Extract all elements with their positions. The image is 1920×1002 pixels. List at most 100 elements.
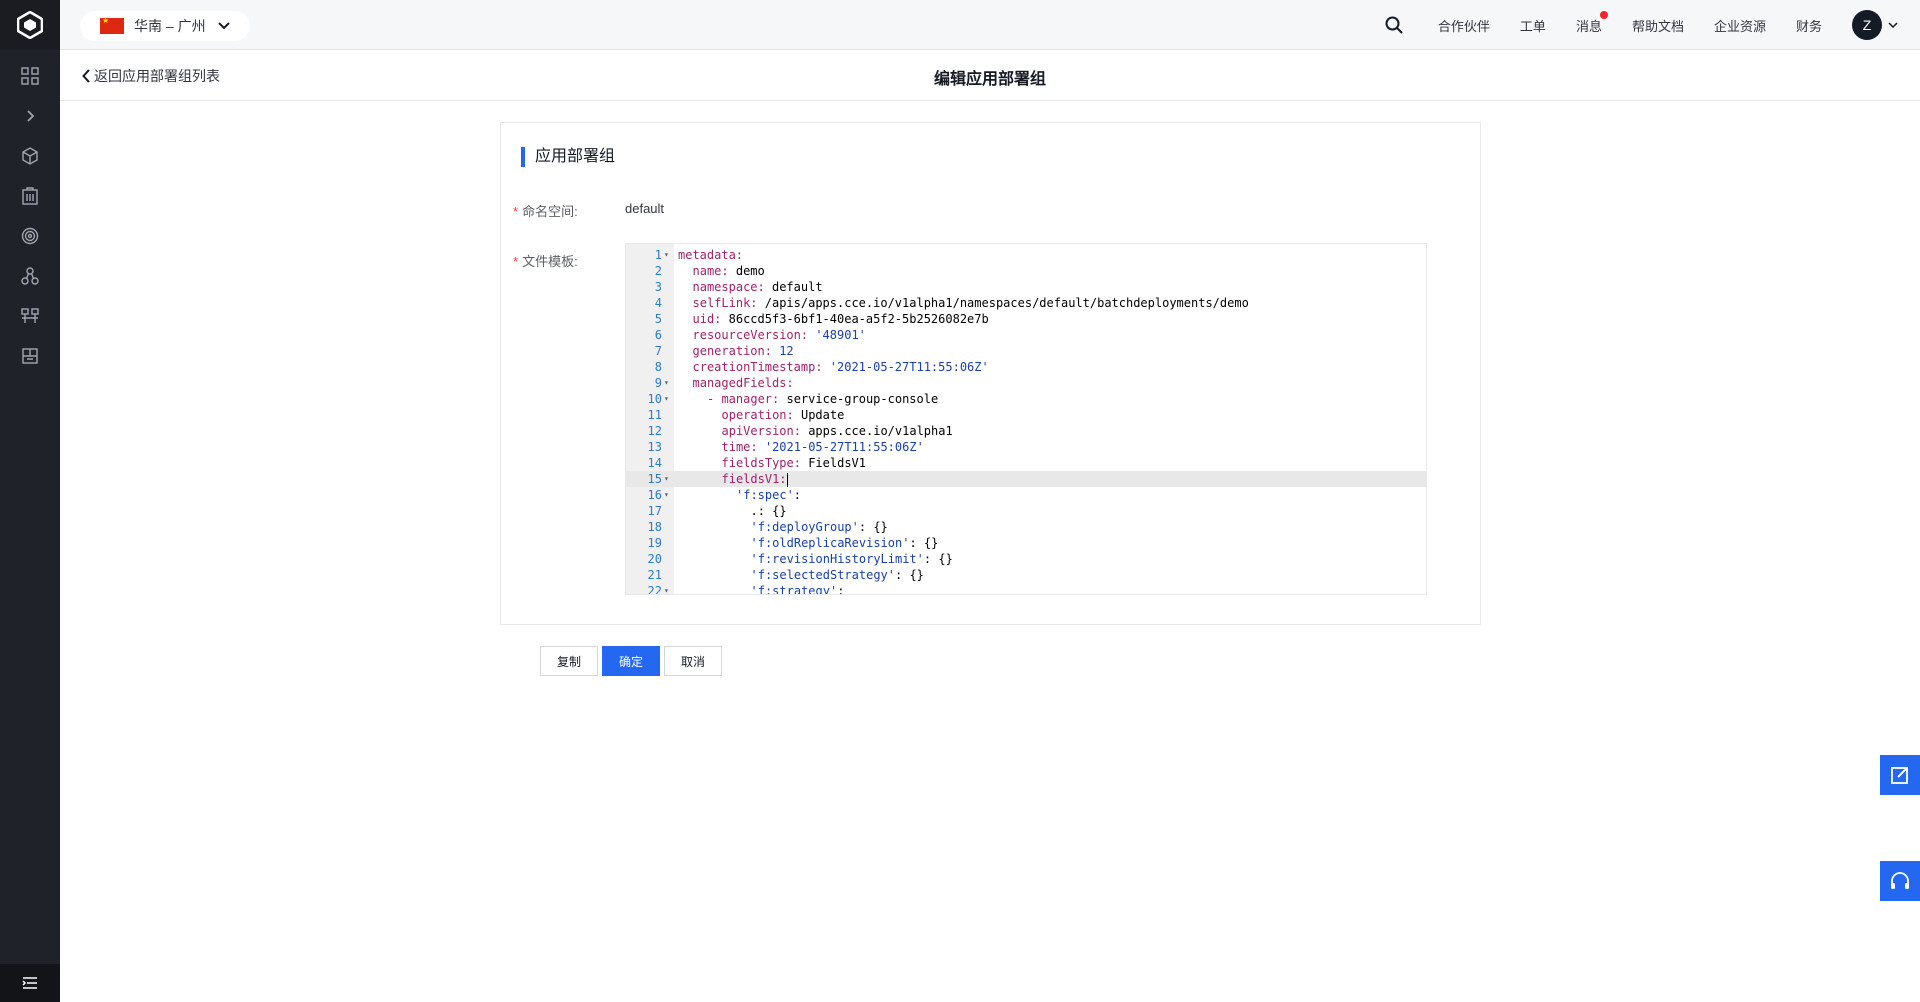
sidebar	[0, 0, 60, 1002]
cancel-button[interactable]: 取消	[664, 646, 723, 676]
line-number: 22	[647, 584, 662, 595]
code-text: 'f:revisionHistoryLimit': {}	[750, 552, 953, 566]
cube-icon[interactable]	[0, 136, 60, 176]
region-label: 华南 – 广州	[134, 18, 206, 34]
editor-line[interactable]: 12 apiVersion: apps.cce.io/v1alpha1	[626, 423, 1426, 439]
code-text: 'f:selectedStrategy': {}	[750, 568, 924, 582]
editor-line[interactable]: 17 .: {}	[626, 503, 1426, 519]
editor-line[interactable]: 4 selfLink: /apis/apps.cce.io/v1alpha1/na…	[626, 295, 1426, 311]
editor-line[interactable]: 14 fieldsType: FieldsV1	[626, 455, 1426, 471]
customer-service-headset-icon[interactable]	[1880, 861, 1920, 901]
nav-help-docs[interactable]: 帮助文档	[1632, 16, 1684, 35]
editor-line[interactable]: 20 'f:revisionHistoryLimit': {}	[626, 551, 1426, 567]
target-icon[interactable]	[0, 216, 60, 256]
editor-line[interactable]: 7 generation: 12	[626, 343, 1426, 359]
section-title: 应用部署组	[521, 147, 615, 167]
editor-line[interactable]: 10 ▾ - manager: service-group-console	[626, 391, 1426, 407]
cluster-nodes-icon[interactable]	[0, 256, 60, 296]
user-avatar[interactable]: Z	[1852, 10, 1882, 40]
line-number: 15	[647, 472, 662, 486]
editor-line[interactable]: 3 namespace: default	[626, 279, 1426, 295]
code-text: resourceVersion: '48901'	[692, 328, 866, 342]
code-text: metadata:	[678, 248, 744, 262]
fold-toggle-icon[interactable]: ▾	[664, 247, 669, 263]
menu-toggle-icon[interactable]	[0, 964, 60, 1002]
code-text: generation: 12	[692, 344, 794, 358]
editor-line[interactable]: 6 resourceVersion: '48901'	[626, 327, 1426, 343]
line-number: 12	[647, 424, 662, 438]
editor-line[interactable]: 22 ▾ 'f:strategy':	[626, 583, 1426, 595]
code-text: selfLink: /apis/apps.cce.io/v1alpha1/nam…	[692, 296, 1249, 310]
fold-toggle-icon[interactable]: ▾	[664, 391, 669, 407]
code-text: creationTimestamp: '2021-05-27T11:55:06Z…	[692, 360, 989, 374]
line-number: 2	[654, 264, 662, 278]
code-text: 'f:oldReplicaRevision': {}	[750, 536, 939, 550]
line-number: 18	[647, 520, 662, 534]
nav-messages[interactable]: 消息	[1575, 10, 1608, 35]
search-icon[interactable]	[1385, 16, 1403, 34]
code-text: name: demo	[692, 264, 765, 278]
sub-header: 返回应用部署组列表 编辑应用部署组	[60, 50, 1920, 101]
nav-finance[interactable]: 财务	[1796, 16, 1822, 35]
confirm-button[interactable]: 确定	[602, 646, 661, 676]
editor-line[interactable]: 11 operation: Update	[626, 407, 1426, 423]
code-text: operation: Update	[721, 408, 845, 422]
code-text: time: '2021-05-27T11:55:06Z'	[721, 440, 924, 454]
editor-line[interactable]: 21 'f:selectedStrategy': {}	[626, 567, 1426, 583]
line-number: 3	[654, 280, 662, 294]
editor-line[interactable]: 18 'f:deployGroup': {}	[626, 519, 1426, 535]
line-number: 19	[647, 536, 662, 550]
code-text: 'f:spec':	[736, 488, 802, 502]
editor-line[interactable]: 8 creationTimestamp: '2021-05-27T11:55:06…	[626, 359, 1426, 375]
editor-line[interactable]: 1 ▾ metadata:	[626, 247, 1426, 263]
line-number: 4	[654, 296, 662, 310]
chevron-down-icon[interactable]	[1888, 22, 1898, 28]
editor-line[interactable]: 13 time: '2021-05-27T11:55:06Z'	[626, 439, 1426, 455]
line-number: 10	[647, 392, 662, 406]
line-number: 11	[647, 408, 662, 422]
line-number: 14	[647, 456, 662, 470]
fold-toggle-icon[interactable]: ▾	[664, 375, 669, 391]
code-text: - manager: service-group-console	[707, 392, 939, 406]
code-text: .: {}	[750, 504, 787, 518]
dashboard-grid-icon[interactable]	[0, 56, 60, 96]
line-number: 17	[647, 504, 662, 518]
namespace-value: default	[625, 201, 665, 216]
building-icon[interactable]	[0, 176, 60, 216]
nav-enterprise-resources[interactable]: 企业资源	[1714, 16, 1766, 35]
editor-line[interactable]: 9 ▾ managedFields:	[626, 375, 1426, 391]
line-number: 1	[654, 248, 662, 262]
top-header: 华南 – 广州 合作伙伴 工单 消息 帮助文档 企业资源 财务 Z	[60, 0, 1920, 50]
region-selector[interactable]: 华南 – 广州	[80, 11, 250, 41]
editor-line[interactable]: 16 ▾ 'f:spec':	[626, 487, 1426, 503]
editor-line[interactable]: 5 uid: 86ccd5f3-6bf1-40ea-a5f2-5b2526082e…	[626, 311, 1426, 327]
editor-line[interactable]: 19 'f:oldReplicaRevision': {}	[626, 535, 1426, 551]
feedback-edit-icon[interactable]	[1880, 755, 1920, 795]
network-topology-icon[interactable]	[0, 296, 60, 336]
code-text: namespace: default	[692, 280, 823, 294]
editor-line[interactable]: 15 ▾ fieldsV1:	[626, 471, 1426, 487]
yaml-code-editor[interactable]: 1 ▾ metadata: 2 name: demo 3 namespace: defaul…	[625, 243, 1427, 595]
fold-toggle-icon[interactable]: ▾	[664, 583, 669, 594]
fold-toggle-icon[interactable]: ▾	[664, 471, 669, 487]
editor-line[interactable]: 2 name: demo	[626, 263, 1426, 279]
code-text: apiVersion: apps.cce.io/v1alpha1	[721, 424, 953, 438]
image-registry-icon[interactable]	[0, 336, 60, 376]
nav-partners[interactable]: 合作伙伴	[1438, 16, 1490, 35]
cloud-logo-icon[interactable]	[0, 0, 60, 50]
line-number: 9	[654, 376, 662, 390]
line-number: 16	[647, 488, 662, 502]
chevron-down-icon	[217, 22, 230, 30]
nav-messages-label: 消息	[1575, 18, 1602, 34]
form-panel: 应用部署组 * 命名空间: default * 文件模板: 1 ▾ metadata: 2…	[500, 122, 1481, 625]
line-number: 5	[654, 312, 662, 326]
line-number: 8	[654, 360, 662, 374]
nav-tickets[interactable]: 工单	[1520, 16, 1546, 35]
text-cursor	[786, 472, 788, 487]
fold-toggle-icon[interactable]: ▾	[664, 487, 669, 503]
code-text: fieldsV1:	[721, 472, 788, 487]
line-number: 21	[647, 568, 662, 582]
code-text: uid: 86ccd5f3-6bf1-40ea-a5f2-5b2526082e7…	[692, 312, 989, 326]
expand-chevron-icon[interactable]	[0, 96, 60, 136]
copy-button[interactable]: 复制	[540, 646, 599, 676]
